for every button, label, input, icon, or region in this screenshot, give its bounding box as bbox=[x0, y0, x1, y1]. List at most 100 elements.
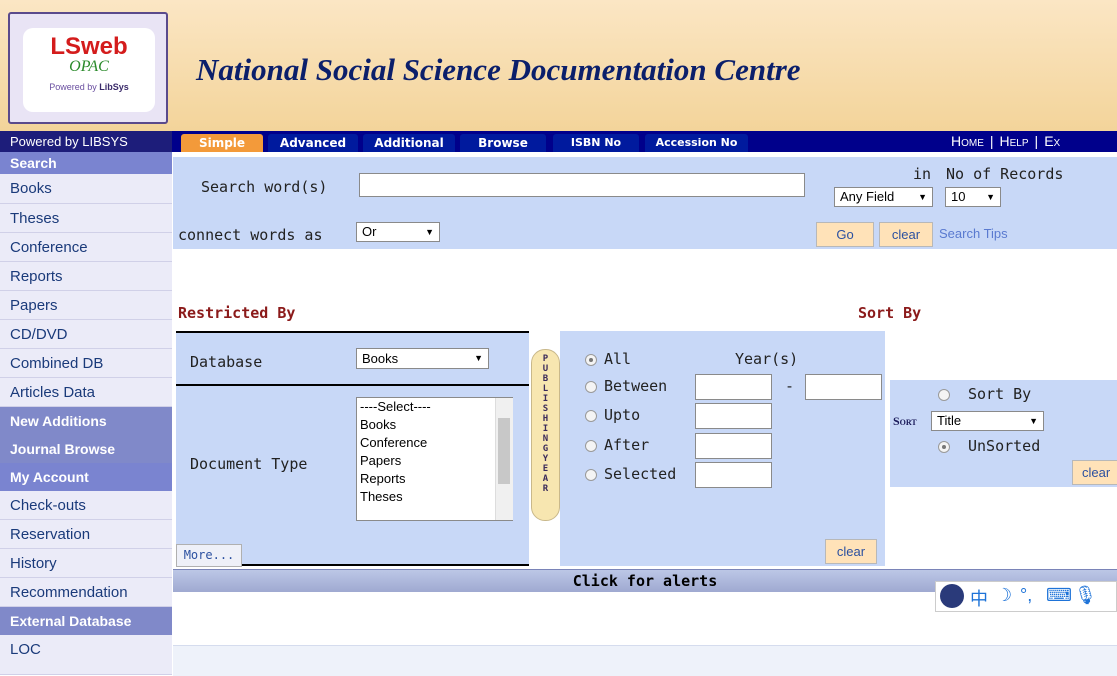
exit-link[interactable]: Ex bbox=[1044, 133, 1060, 149]
bottom-strip bbox=[173, 645, 1117, 676]
doctype-option[interactable]: Conference bbox=[357, 434, 512, 452]
connect-select[interactable]: Or ▼ bbox=[356, 222, 440, 242]
lsweb-logo[interactable]: LSweb OPAC Powered by LibSys bbox=[8, 12, 168, 124]
between-to-input[interactable] bbox=[805, 374, 882, 400]
home-link[interactable]: Home bbox=[951, 133, 984, 149]
after-input[interactable] bbox=[695, 433, 772, 459]
document-type-listbox[interactable]: ----Select---- Books Conference Papers R… bbox=[356, 397, 513, 521]
year-clear-button[interactable]: clear bbox=[825, 539, 877, 564]
sidebar-item-new-additions[interactable]: New Additions bbox=[0, 407, 172, 435]
logo-powered-brand: LibSys bbox=[99, 82, 129, 92]
ime-logo-icon[interactable] bbox=[940, 584, 964, 608]
search-clear-button[interactable]: clear bbox=[879, 222, 933, 247]
radio-selected[interactable] bbox=[585, 469, 597, 481]
doctype-option[interactable]: Reports bbox=[357, 470, 512, 488]
field-select-value: Any Field bbox=[840, 189, 895, 204]
tab-isbn[interactable]: ISBN No bbox=[553, 134, 639, 152]
logo-sub-text: OPAC bbox=[69, 58, 109, 75]
chevron-down-icon: ▼ bbox=[986, 192, 995, 202]
sidebar-item-history[interactable]: History bbox=[0, 549, 172, 578]
scrollbar-thumb[interactable] bbox=[498, 418, 510, 484]
keyboard-icon[interactable]: ⌨ bbox=[1046, 585, 1072, 606]
sidebar-item-cddvd[interactable]: CD/DVD bbox=[0, 320, 172, 349]
sidebar-head-external-database: External Database bbox=[0, 607, 172, 635]
chevron-down-icon: ▼ bbox=[1029, 416, 1038, 426]
go-button[interactable]: Go bbox=[816, 222, 874, 247]
radio-all[interactable] bbox=[585, 354, 597, 366]
logo-powered-prefix: Powered by bbox=[49, 82, 97, 92]
records-label: No of Records bbox=[946, 165, 1064, 183]
sort-prefix-label: Sort bbox=[893, 414, 917, 428]
selected-input[interactable] bbox=[695, 462, 772, 488]
database-select[interactable]: Books ▼ bbox=[356, 348, 489, 369]
upto-input[interactable] bbox=[695, 403, 772, 429]
between-from-input[interactable] bbox=[695, 374, 772, 400]
more-button[interactable]: More... bbox=[176, 544, 242, 567]
records-select-value: 10 bbox=[951, 189, 966, 204]
document-type-label: Document Type bbox=[190, 455, 308, 473]
chinese-mode-icon[interactable]: 中 bbox=[970, 585, 988, 611]
site-title: National Social Science Documentation Ce… bbox=[196, 52, 801, 87]
chevron-down-icon: ▼ bbox=[474, 353, 483, 363]
doctype-option[interactable]: ----Select---- bbox=[357, 398, 512, 416]
sidebar-item-combined-db[interactable]: Combined DB bbox=[0, 349, 172, 378]
radio-upto[interactable] bbox=[585, 410, 597, 422]
help-link[interactable]: Help bbox=[1000, 133, 1029, 149]
sort-clear-button[interactable]: clear bbox=[1072, 460, 1117, 485]
ime-toolbar[interactable]: 中 ☽ °, ⌨ 🎙 bbox=[935, 581, 1117, 612]
database-label: Database bbox=[190, 353, 263, 371]
sidebar-item-conference[interactable]: Conference bbox=[0, 233, 172, 262]
restricted-by-heading: Restricted By bbox=[178, 304, 296, 322]
between-dash: - bbox=[785, 377, 795, 395]
sidebar-head-search: Search bbox=[0, 152, 172, 174]
records-select[interactable]: 10 ▼ bbox=[945, 187, 1001, 207]
publishing-year-tab: PUBLISHING YEAR bbox=[531, 349, 560, 521]
database-select-value: Books bbox=[362, 351, 399, 366]
punctuation-icon[interactable]: °, bbox=[1020, 585, 1032, 606]
radio-after[interactable] bbox=[585, 440, 597, 452]
logo-inner: LSweb OPAC Powered by LibSys bbox=[23, 28, 155, 112]
radio-sort-by[interactable] bbox=[938, 389, 950, 401]
sidebar-head-my-account: My Account bbox=[0, 463, 172, 491]
sidebar-item-reports[interactable]: Reports bbox=[0, 262, 172, 291]
sidebar-item-journal-browse[interactable]: Journal Browse bbox=[0, 435, 172, 463]
tab-simple[interactable]: Simple bbox=[181, 134, 263, 152]
search-tips-link[interactable]: Search Tips bbox=[939, 226, 1008, 241]
search-input[interactable] bbox=[359, 173, 805, 197]
listbox-scrollbar[interactable] bbox=[495, 398, 513, 520]
doctype-option[interactable]: Theses bbox=[357, 488, 512, 506]
radio-all-label: All bbox=[604, 350, 632, 368]
doctype-option[interactable]: Papers bbox=[357, 452, 512, 470]
microphone-icon[interactable]: 🎙 bbox=[1074, 585, 1097, 606]
radio-upto-label: Upto bbox=[604, 406, 641, 424]
sort-select[interactable]: Title ▼ bbox=[931, 411, 1044, 431]
chevron-down-icon: ▼ bbox=[918, 192, 927, 202]
years-label: Year(s) bbox=[735, 350, 799, 368]
sidebar-item-loc[interactable]: LOC bbox=[0, 635, 172, 675]
top-nav-bar: Powered by LIBSYS Simple Advanced Additi… bbox=[0, 131, 1117, 152]
tab-additional[interactable]: Additional bbox=[363, 134, 455, 152]
top-links: Home | Help | Ex bbox=[951, 133, 1061, 149]
sort-select-value: Title bbox=[937, 413, 962, 428]
doctype-option[interactable]: Books bbox=[357, 416, 512, 434]
tab-advanced[interactable]: Advanced bbox=[268, 134, 358, 152]
powered-by-label: Powered by LIBSYS bbox=[0, 131, 172, 152]
tab-browse[interactable]: Browse bbox=[460, 134, 546, 152]
sidebar-item-checkouts[interactable]: Check-outs bbox=[0, 491, 172, 520]
sidebar-item-theses[interactable]: Theses bbox=[0, 204, 172, 233]
search-word-label: Search word(s) bbox=[201, 178, 328, 196]
moon-icon[interactable]: ☽ bbox=[996, 585, 1012, 606]
unsorted-label: UnSorted bbox=[968, 437, 1041, 455]
publishing-year-label: PUBLISHING YEAR bbox=[542, 354, 549, 494]
tab-accession[interactable]: Accession No bbox=[645, 134, 748, 152]
radio-unsorted[interactable] bbox=[938, 441, 950, 453]
sidebar-item-papers[interactable]: Papers bbox=[0, 291, 172, 320]
sidebar-item-reservation[interactable]: Reservation bbox=[0, 520, 172, 549]
chevron-down-icon: ▼ bbox=[425, 227, 434, 237]
logo-main-text: LSweb bbox=[50, 33, 128, 60]
sidebar-item-articles-data[interactable]: Articles Data bbox=[0, 378, 172, 407]
sidebar-item-books[interactable]: Books bbox=[0, 174, 172, 204]
field-select[interactable]: Any Field ▼ bbox=[834, 187, 933, 207]
sidebar-item-recommendation[interactable]: Recommendation bbox=[0, 578, 172, 607]
radio-between[interactable] bbox=[585, 381, 597, 393]
